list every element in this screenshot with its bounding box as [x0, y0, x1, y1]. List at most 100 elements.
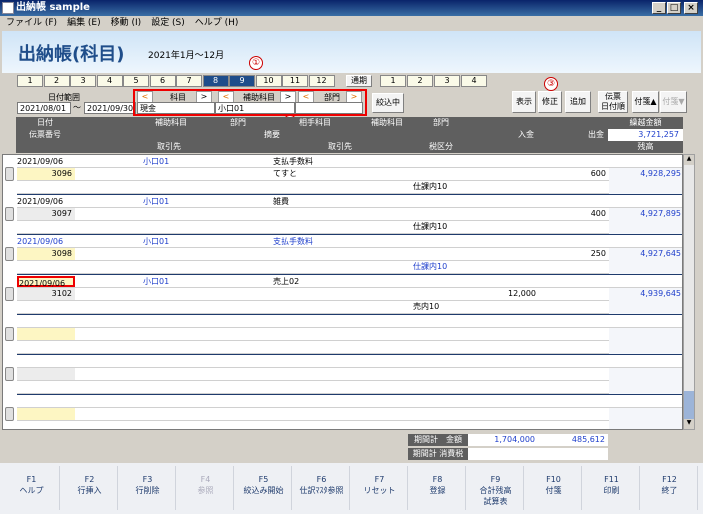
month-button-6[interactable]: 6 — [149, 75, 176, 87]
fkey-f11-button[interactable]: F11 印刷 — [584, 466, 640, 510]
quarter-button-2[interactable]: 2 — [407, 75, 433, 87]
entry-date[interactable] — [17, 396, 75, 407]
row-handle[interactable] — [5, 207, 14, 221]
entry-tax[interactable]: 仕課内10 — [413, 221, 469, 232]
month-button-10[interactable]: 10 — [255, 75, 282, 87]
add-button[interactable]: 追加 — [565, 91, 591, 113]
row-divider — [17, 287, 682, 288]
row-handle[interactable] — [5, 247, 14, 261]
hdr-bumon: 部門 — [230, 118, 246, 127]
close-button[interactable]: × — [684, 2, 698, 14]
entry-aite[interactable]: 支払手数料 — [273, 236, 363, 247]
vertical-scrollbar[interactable]: ▲ ▼ — [683, 154, 695, 430]
menu-file[interactable]: ファイル (F) — [6, 18, 57, 28]
fkey-f10-button[interactable]: F10 付箋 — [526, 466, 582, 510]
entry-date[interactable] — [17, 356, 75, 367]
scroll-up-icon[interactable]: ▲ — [684, 155, 694, 165]
entry-tax[interactable]: 仕課内10 — [413, 261, 469, 272]
menu-settings[interactable]: 設定 (S) — [151, 18, 185, 28]
maximize-button[interactable]: □ — [667, 2, 681, 14]
entry-slip-no[interactable] — [17, 408, 75, 420]
fkey-f3-button[interactable]: F3 行削除 — [120, 466, 176, 510]
fkey-code: F6 — [316, 475, 327, 484]
sticky-up-button[interactable]: 付箋▲ — [632, 91, 659, 113]
month-button-3[interactable]: 3 — [70, 75, 96, 87]
scroll-down-icon[interactable]: ▼ — [684, 419, 694, 429]
fkey-code: F2 — [84, 475, 95, 484]
month-button-11[interactable]: 11 — [282, 75, 308, 87]
entry-hojo[interactable]: 小口01 — [143, 236, 203, 247]
sort-order-button[interactable]: 伝票 日付順 — [598, 91, 628, 113]
fkey-f1-button[interactable]: F1 ヘルプ — [4, 466, 60, 510]
hdr-date: 日付 — [37, 118, 53, 127]
entry-out[interactable]: 600 — [539, 168, 609, 179]
menu-help[interactable]: ヘルプ (H) — [195, 18, 239, 28]
month-button-1[interactable]: 1 — [17, 75, 43, 87]
date-to-field[interactable]: 2021/09/30 — [84, 102, 136, 114]
entry-slip-no[interactable]: 3098 — [17, 248, 75, 260]
month-button-7[interactable]: 7 — [176, 75, 202, 87]
entry-hojo[interactable]: 小口01 — [143, 276, 203, 287]
fkey-f9-button[interactable]: F9 合計残高 試算表 — [468, 466, 524, 510]
entry-slip-no[interactable]: 3096 — [17, 168, 75, 180]
month-button-8[interactable]: 8 — [202, 75, 229, 87]
entry-hojo[interactable]: 小口01 — [143, 156, 203, 167]
full-year-button[interactable]: 通期 — [346, 75, 372, 87]
entry-balance — [609, 368, 682, 394]
row-handle[interactable] — [5, 327, 14, 341]
fkey-f6-button[interactable]: F6 仕訳ﾏｽﾀ参照 — [294, 466, 350, 510]
fkey-f4-button[interactable]: F4 参照 — [178, 466, 234, 510]
entry-slip-no[interactable] — [17, 368, 75, 380]
row-handle[interactable] — [5, 407, 14, 421]
entry-date[interactable]: 2021/09/06 — [17, 196, 75, 207]
row-handle[interactable] — [5, 167, 14, 181]
entry-slip-no[interactable]: 3102 — [17, 288, 75, 300]
entry-date[interactable]: 2021/09/06 — [17, 276, 75, 288]
entry-date[interactable] — [17, 316, 75, 327]
entry-aite[interactable]: 支払手数料 — [273, 156, 363, 167]
entry-date[interactable]: 2021/09/06 — [17, 236, 75, 247]
fkey-f8-button[interactable]: F8 登録 — [410, 466, 466, 510]
row-divider — [17, 340, 682, 341]
entry-tax[interactable]: 売内10 — [413, 301, 469, 312]
menu-edit[interactable]: 編集 (E) — [67, 18, 101, 28]
display-button[interactable]: 表示 — [512, 91, 536, 113]
sticky-down-button[interactable]: 付箋▼ — [660, 91, 687, 113]
entry-out[interactable]: 250 — [539, 248, 609, 259]
quarter-button-4[interactable]: 4 — [461, 75, 487, 87]
fkey-f5-button[interactable]: F5 絞込み開始 — [236, 466, 292, 510]
month-button-4[interactable]: 4 — [96, 75, 123, 87]
fkey-f12-button[interactable]: F12 終了 — [642, 466, 698, 510]
month-button-2[interactable]: 2 — [43, 75, 70, 87]
fkey-f7-button[interactable]: F7 リセット — [352, 466, 408, 510]
month-button-9[interactable]: 9 — [229, 75, 255, 87]
edit-button[interactable]: 修正 — [538, 91, 562, 113]
fkey-label: 行挿入 — [77, 486, 102, 495]
row-handle[interactable] — [5, 287, 14, 301]
quarter-button-3[interactable]: 3 — [434, 75, 460, 87]
date-from-field[interactable]: 2021/08/01 — [17, 102, 71, 114]
entry-aite[interactable]: 売上02 — [273, 276, 363, 287]
entry-aite[interactable]: 雑費 — [273, 196, 363, 207]
row-handle[interactable] — [5, 367, 14, 381]
scroll-thumb[interactable] — [684, 391, 694, 421]
entry-slip-no[interactable]: 3097 — [17, 208, 75, 220]
journal-entry: 2021/09/06 3098 小口01 支払手数料 仕課内10 250 4,927,645 — [17, 235, 682, 275]
entry-slip-no[interactable] — [17, 328, 75, 340]
journal-grid: 2021/09/06 3096 小口01 支払手数料 てすと 仕課内10 600 4,928,… — [2, 154, 683, 430]
menu-move[interactable]: 移動 (I) — [111, 18, 142, 28]
hdr-tax: 税区分 — [429, 142, 453, 151]
entry-in[interactable]: 12,000 — [471, 288, 539, 299]
hdr-in: 入金 — [470, 129, 538, 141]
entry-tax[interactable]: 仕課内10 — [413, 181, 469, 192]
entry-hojo[interactable]: 小口01 — [143, 196, 203, 207]
minimize-button[interactable]: _ — [652, 2, 666, 14]
month-button-5[interactable]: 5 — [123, 75, 149, 87]
narrow-active-button[interactable]: 絞込中 — [372, 93, 404, 113]
quarter-button-1[interactable]: 1 — [380, 75, 406, 87]
month-button-12[interactable]: 12 — [308, 75, 335, 87]
fkey-f2-button[interactable]: F2 行挿入 — [62, 466, 118, 510]
entry-out[interactable]: 400 — [539, 208, 609, 219]
entry-date[interactable]: 2021/09/06 — [17, 156, 75, 167]
entry-tekiyo[interactable]: てすと — [273, 168, 463, 179]
